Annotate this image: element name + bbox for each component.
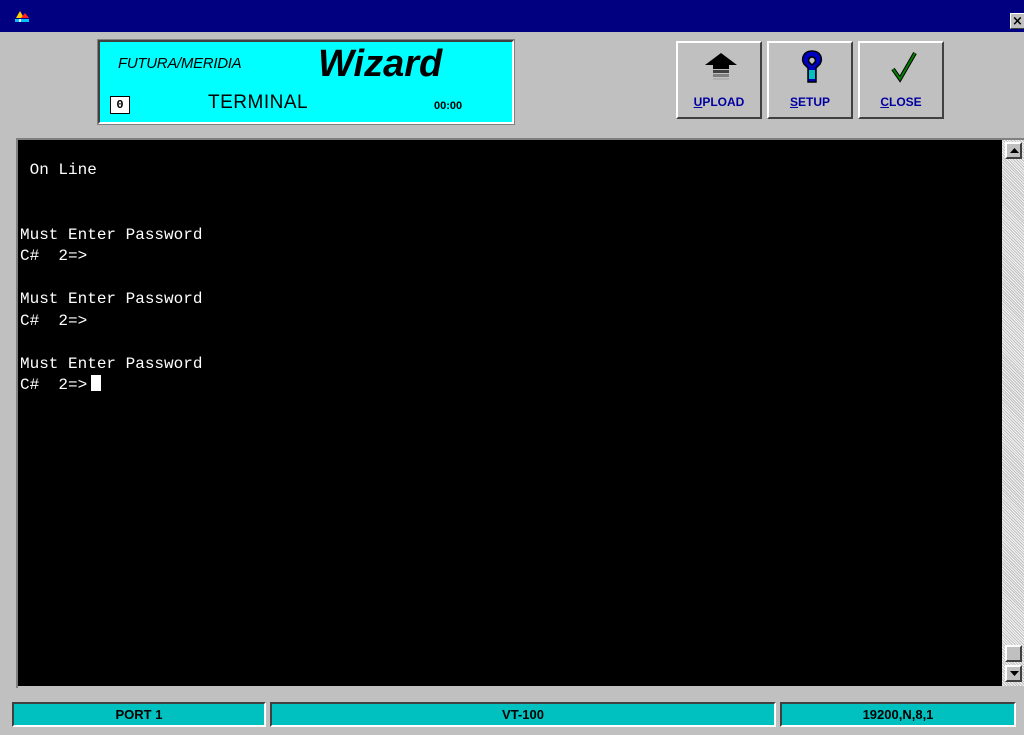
scroll-down-button[interactable]	[1005, 665, 1022, 682]
status-bar: PORT 1 VT-100 19200,N,8,1	[0, 690, 1024, 735]
close-button[interactable]: CLOSE	[858, 41, 944, 119]
wizard-terminal-window: × FUTURA/MERIDIA Wizard 0 TERMINAL 00:00…	[0, 0, 1024, 735]
terminal-line: Must Enter Password	[20, 354, 203, 373]
terminal-line: On Line	[20, 161, 97, 179]
banner-title: Wizard	[318, 43, 443, 85]
terminal-line: Must Enter Password	[20, 225, 203, 244]
setup-label: SETUP	[789, 95, 831, 109]
terminal-screen[interactable]: On Line Must Enter Password C# 2=> Must Ent…	[18, 140, 1002, 686]
arrow-up-icon	[1010, 148, 1019, 153]
close-label: CLOSE	[880, 95, 922, 109]
upload-arrow-icon	[705, 53, 737, 80]
session-counter: 0	[110, 96, 130, 114]
upload-label: UPLOAD	[693, 95, 745, 109]
checkmark-icon	[891, 52, 917, 83]
upload-button[interactable]: UPLOAD	[676, 41, 762, 119]
terminal-line: Must Enter Password	[20, 290, 203, 308]
scroll-up-button[interactable]	[1005, 142, 1022, 159]
terminal-output: On Line Must Enter Password C# 2=> Must Ent…	[20, 160, 202, 397]
wrench-icon	[801, 50, 823, 83]
window-close-button[interactable]: ×	[1010, 13, 1024, 29]
arrow-down-icon	[1010, 671, 1019, 676]
product-banner: FUTURA/MERIDIA Wizard 0 TERMINAL 00:00	[97, 39, 515, 125]
brand-name: FUTURA/MERIDIA	[118, 55, 242, 72]
status-line-settings: 19200,N,8,1	[780, 702, 1016, 727]
elapsed-time: 00:00	[434, 100, 463, 112]
text-cursor	[91, 375, 102, 391]
status-emulation: VT-100	[270, 702, 776, 727]
title-bar[interactable]: ×	[0, 0, 1024, 32]
terminal-line: C# 2=>	[20, 375, 202, 397]
terminal-line: C# 2=>	[20, 247, 88, 265]
vertical-scrollbar[interactable]	[1002, 140, 1024, 686]
setup-button[interactable]: SETUP	[767, 41, 853, 119]
scroll-thumb[interactable]	[1005, 645, 1022, 662]
status-port: PORT 1	[12, 702, 266, 727]
toolbar: FUTURA/MERIDIA Wizard 0 TERMINAL 00:00 U…	[0, 32, 1024, 132]
app-icon[interactable]	[14, 9, 30, 23]
terminal-line: C# 2=>	[20, 311, 88, 330]
mode-label: TERMINAL	[208, 92, 309, 113]
